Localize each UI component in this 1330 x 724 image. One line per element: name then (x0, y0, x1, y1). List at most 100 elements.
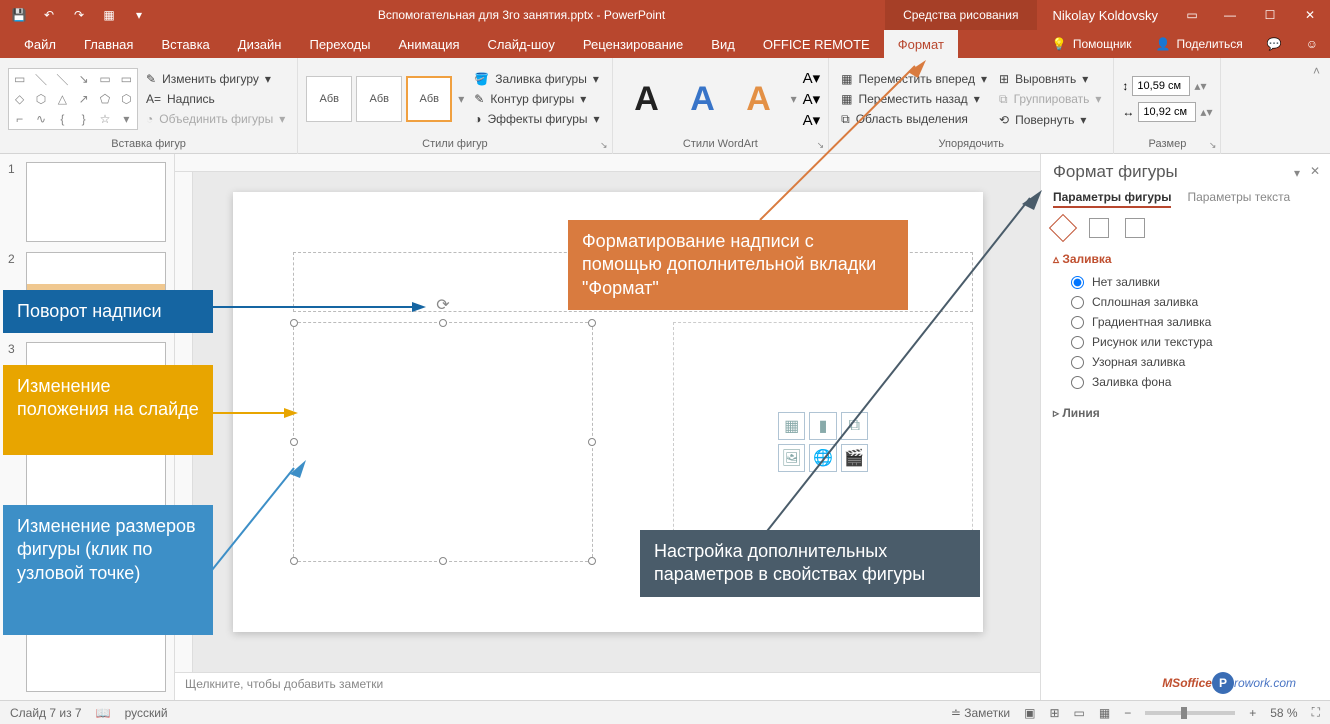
effects-icon[interactable] (1089, 218, 1109, 238)
tab-file[interactable]: Файл (10, 30, 70, 58)
width-icon: ↔ (1122, 105, 1134, 119)
resize-handle[interactable] (439, 557, 447, 565)
shapes-gallery[interactable]: ▭＼＼↘▭▭ ◇⬡△↗⬠⬡ ⌐∿{}☆▾ (8, 68, 138, 130)
wordart-preset-2[interactable]: A (677, 80, 729, 119)
arrow-rotate (212, 300, 432, 314)
resize-handle[interactable] (439, 319, 447, 327)
align-button[interactable]: ⊞ Выровнять ▾ (995, 70, 1105, 88)
language-indicator[interactable]: русский (125, 706, 168, 720)
view-reading-icon[interactable]: ▭ (1074, 706, 1085, 720)
rotate-handle-icon[interactable]: ⟳ (436, 295, 449, 315)
zoom-value[interactable]: 58 % (1270, 706, 1297, 720)
dialog-launcher-icon[interactable]: ↘ (600, 140, 608, 151)
tab-review[interactable]: Рецензирование (569, 30, 697, 58)
opt-pattern-fill[interactable]: Узорная заливка (1053, 352, 1318, 372)
tab-format[interactable]: Формат (884, 30, 958, 58)
resize-handle[interactable] (290, 438, 298, 446)
section-fill[interactable]: ▵ Заливка (1053, 252, 1318, 266)
qat-more-icon[interactable]: ▾ (128, 4, 150, 26)
resize-handle[interactable] (588, 438, 596, 446)
collapse-ribbon-icon[interactable]: ˄ (1303, 58, 1330, 153)
arrow-move (212, 406, 302, 420)
selected-textbox[interactable]: ⟳ (293, 322, 593, 562)
drawing-tools-tab-header: Средства рисования (885, 0, 1036, 30)
tab-slideshow[interactable]: Слайд-шоу (474, 30, 569, 58)
slide-indicator[interactable]: Слайд 7 из 7 (10, 706, 82, 720)
edit-shape-button[interactable]: ✎ Изменить фигуру ▾ (142, 70, 289, 88)
tab-design[interactable]: Дизайн (224, 30, 296, 58)
group-size: ↕▴▾ ↔▴▾ Размер ↘ (1114, 58, 1221, 154)
comments-icon[interactable]: 💬 (1255, 37, 1294, 51)
fill-line-icon[interactable] (1049, 214, 1077, 242)
gallery-more-icon[interactable]: ▾ (456, 92, 466, 106)
minimize-icon[interactable]: — (1210, 0, 1250, 30)
view-normal-icon[interactable]: ▣ (1024, 706, 1035, 720)
group-shape-styles: Абв Абв Абв ▾ 🪣 Заливка фигуры ▾ ✎ Конту… (298, 58, 612, 154)
undo-icon[interactable]: ↶ (38, 4, 60, 26)
tab-shape-options[interactable]: Параметры фигуры (1053, 190, 1171, 208)
save-icon[interactable]: 💾 (8, 4, 30, 26)
shape-height-input[interactable] (1132, 76, 1190, 96)
zoom-out-icon[interactable]: − (1124, 706, 1131, 720)
notes-pane[interactable]: Щелкните, чтобы добавить заметки (175, 672, 1040, 700)
group-insert-shapes: ▭＼＼↘▭▭ ◇⬡△↗⬠⬡ ⌐∿{}☆▾ ✎ Изменить фигуру ▾… (0, 58, 298, 154)
opt-no-fill[interactable]: Нет заливки (1053, 272, 1318, 292)
opt-picture-fill[interactable]: Рисунок или текстура (1053, 332, 1318, 352)
tab-text-options[interactable]: Параметры текста (1187, 190, 1290, 208)
resize-handle[interactable] (588, 557, 596, 565)
opt-background-fill[interactable]: Заливка фона (1053, 372, 1318, 392)
shape-effects-button[interactable]: ◑ Эффекты фигуры ▾ (470, 110, 603, 128)
tab-transitions[interactable]: Переходы (295, 30, 384, 58)
tab-animation[interactable]: Анимация (384, 30, 473, 58)
rotate-button[interactable]: ⟲ Повернуть ▾ (995, 111, 1105, 129)
maximize-icon[interactable]: ☐ (1250, 0, 1290, 30)
shape-fill-button[interactable]: 🪣 Заливка фигуры ▾ (470, 70, 603, 88)
text-box-button[interactable]: A= Надпись (142, 90, 289, 108)
view-sorter-icon[interactable]: ⊞ (1049, 706, 1059, 720)
group-label: Размер (1122, 136, 1212, 152)
watermark: MSofficeProwork.com (1162, 670, 1296, 694)
view-slideshow-icon[interactable]: ▦ (1099, 706, 1110, 720)
tab-office-remote[interactable]: OFFICE REMOTE (749, 30, 884, 58)
pane-menu-icon[interactable]: ▾ (1294, 166, 1300, 180)
tab-view[interactable]: Вид (697, 30, 749, 58)
redo-icon[interactable]: ↷ (68, 4, 90, 26)
thumbnail-1[interactable]: 1 (8, 162, 166, 242)
resize-handle[interactable] (290, 319, 298, 327)
shape-width-input[interactable] (1138, 102, 1196, 122)
zoom-in-icon[interactable]: + (1249, 706, 1256, 720)
smiley-icon[interactable]: ☺ (1294, 37, 1330, 51)
size-properties-icon[interactable] (1125, 218, 1145, 238)
spellcheck-icon[interactable]: 📖 (96, 706, 111, 720)
user-name[interactable]: Nikolay Koldovsky (1037, 8, 1175, 23)
arrow-resize (212, 460, 312, 580)
shape-outline-button[interactable]: ✎ Контур фигуры ▾ (470, 90, 603, 108)
close-icon[interactable]: ✕ (1290, 0, 1330, 30)
opt-solid-fill[interactable]: Сплошная заливка (1053, 292, 1318, 312)
style-preset-1[interactable]: Абв (306, 76, 352, 122)
start-from-beginning-icon[interactable]: ▦ (98, 4, 120, 26)
dialog-launcher-icon[interactable]: ↘ (1209, 140, 1217, 151)
section-line[interactable]: ▹ Линия (1053, 406, 1318, 420)
zoom-slider[interactable] (1145, 711, 1235, 715)
notes-toggle[interactable]: ≐ Заметки (951, 706, 1010, 720)
tell-me-button[interactable]: 💡 Помощник (1040, 37, 1144, 51)
style-preset-3[interactable]: Абв (406, 76, 452, 122)
title-bar: 💾 ↶ ↷ ▦ ▾ Вспомогательная для 3го заняти… (0, 0, 1330, 30)
window-title: Вспомогательная для 3го занятия.pptx - P… (158, 8, 885, 22)
opt-gradient-fill[interactable]: Градиентная заливка (1053, 312, 1318, 332)
ribbon-display-icon[interactable]: ▭ (1174, 8, 1210, 22)
tab-insert[interactable]: Вставка (147, 30, 223, 58)
style-preset-2[interactable]: Абв (356, 76, 402, 122)
resize-handle[interactable] (588, 319, 596, 327)
share-button[interactable]: 👤 Поделиться (1144, 37, 1255, 51)
pane-category-icons (1053, 218, 1318, 238)
tab-home[interactable]: Главная (70, 30, 147, 58)
window-controls: — ☐ ✕ (1210, 0, 1330, 30)
fit-to-window-icon[interactable]: ⛶ (1312, 705, 1320, 720)
callout-rotate: Поворот надписи (3, 290, 213, 333)
wordart-preset-1[interactable]: A (621, 80, 673, 119)
close-pane-icon[interactable]: ✕ (1310, 164, 1320, 178)
callout-props-pane: Настройка дополнительных параметров в св… (640, 530, 980, 597)
height-icon: ↕ (1122, 79, 1128, 93)
